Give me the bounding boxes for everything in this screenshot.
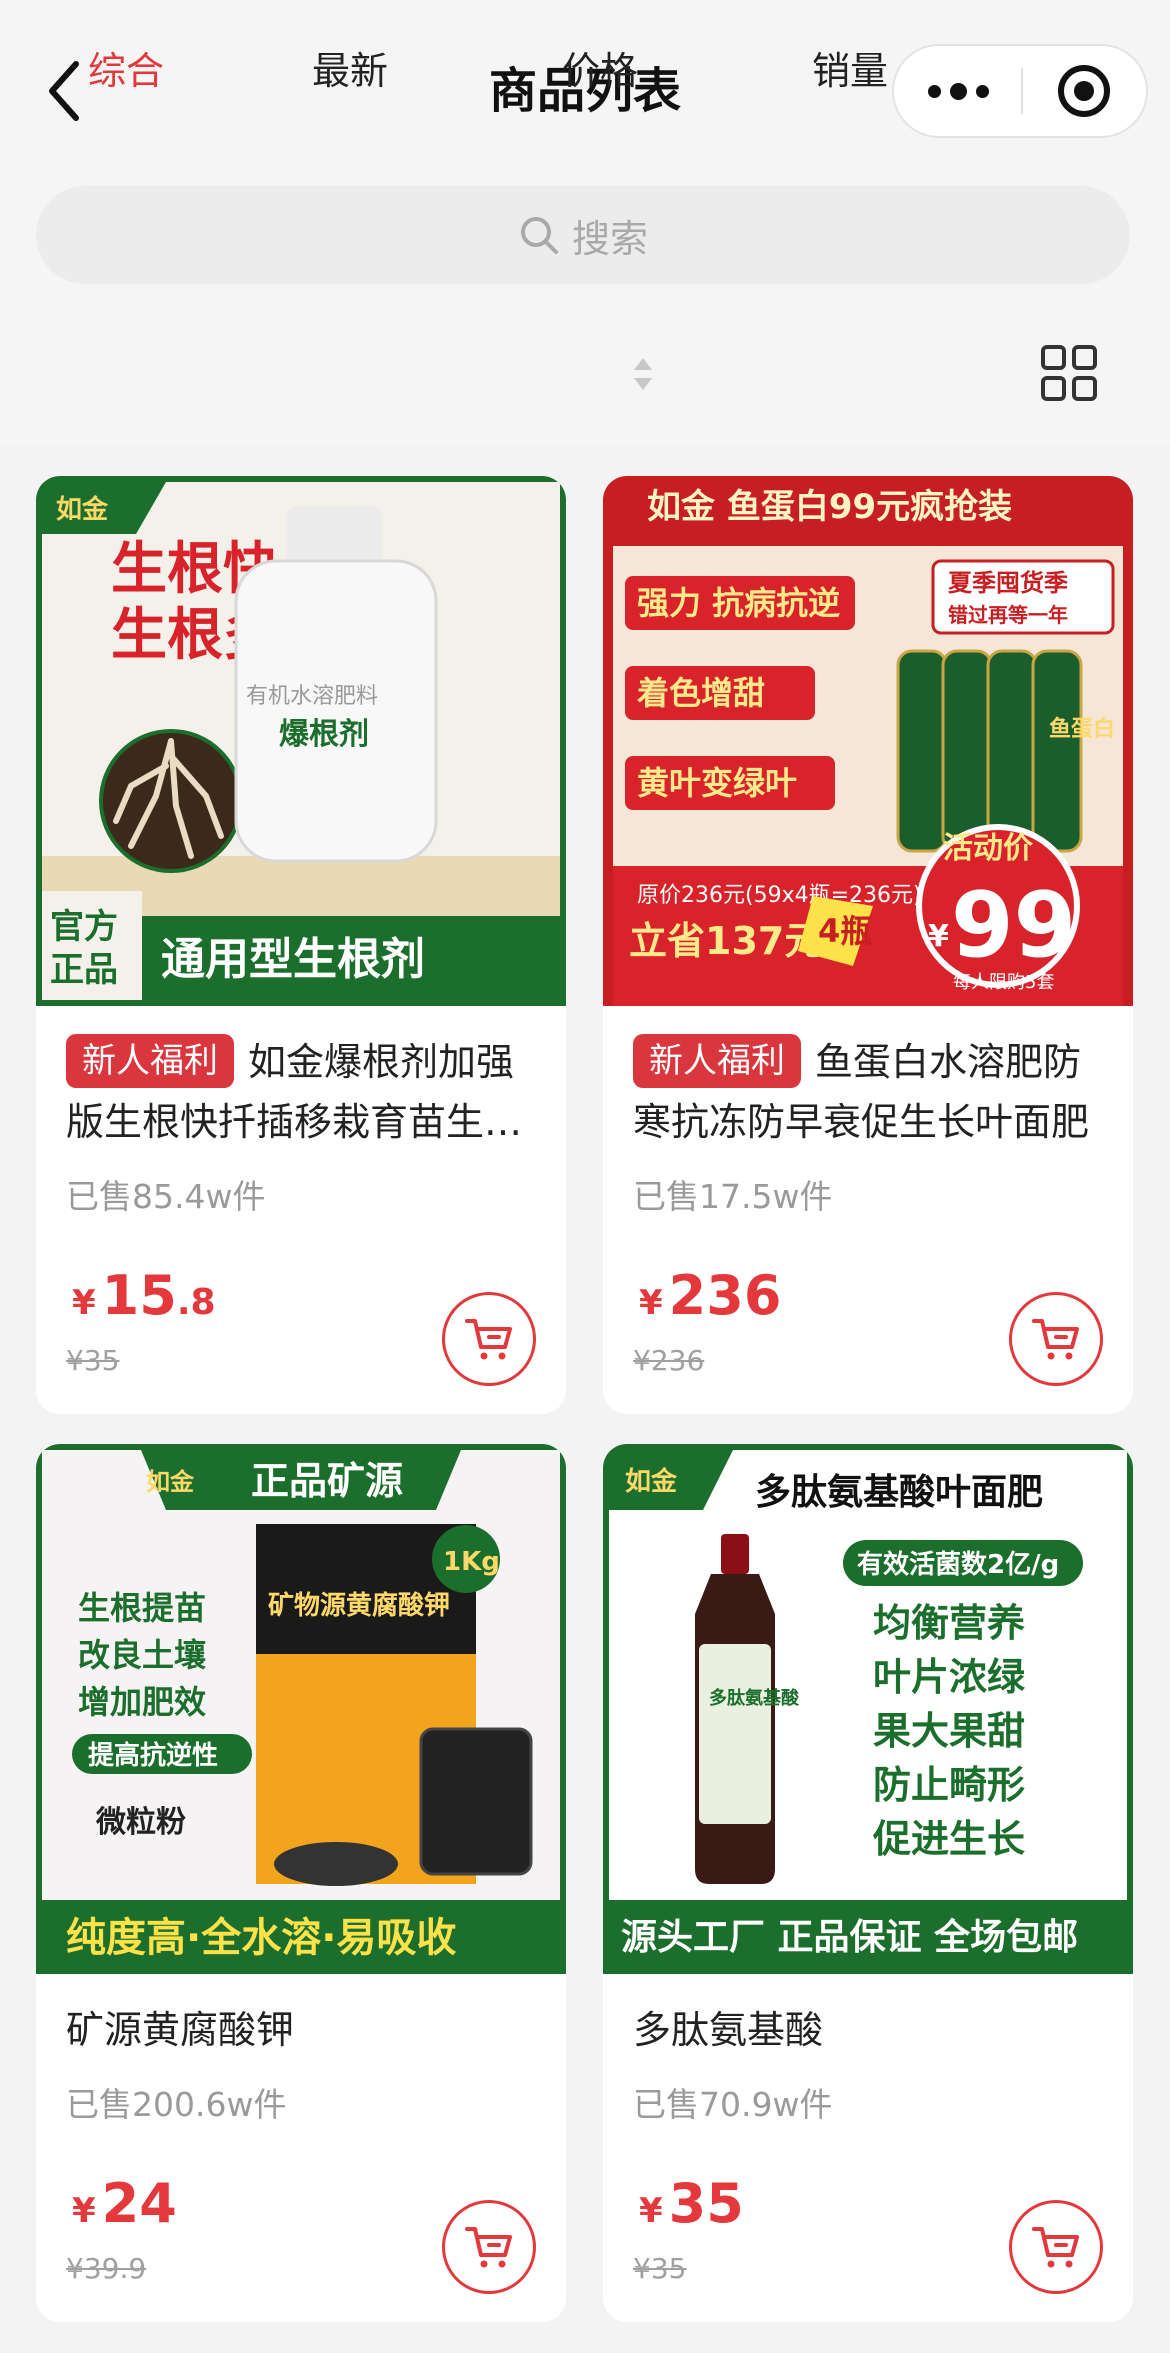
product-title[interactable]: 多肽氨基酸 bbox=[633, 2000, 1107, 2060]
add-to-cart-button[interactable] bbox=[1009, 1292, 1103, 1386]
cart-icon bbox=[1032, 1319, 1079, 1360]
bottle-label-text: 爆根剂 bbox=[279, 717, 369, 752]
tab-newest[interactable]: 最新 bbox=[290, 36, 410, 106]
tab-comprehensive[interactable]: 综合 bbox=[66, 36, 186, 106]
price: ¥15.8 bbox=[72, 1264, 216, 1327]
feature-text: 果大果甜 bbox=[873, 1709, 1025, 1753]
product-card[interactable]: 如金 鱼蛋白99元疯抢装 强力 抗病抗逆 着色增甜 黄叶变绿叶 夏季囤货季 错过… bbox=[603, 476, 1133, 1414]
feature-tag-text: 着色增甜 bbox=[636, 674, 765, 712]
currency-symbol: ¥ bbox=[639, 1283, 663, 1323]
product-card[interactable]: 如金 生根快 生根多 有机水溶肥料 爆根剂 官方 正品 通用型生根剂 新人福利如… bbox=[36, 476, 566, 1414]
feature-text: 叶片浓绿 bbox=[873, 1655, 1026, 1699]
newbie-badge: 新人福利 bbox=[66, 1034, 234, 1088]
promo-price-text: 99 bbox=[951, 873, 1076, 978]
season-text: 夏季囤货季 bbox=[948, 569, 1068, 597]
original-price-note: 原价236元(59x4瓶=236元) bbox=[637, 883, 922, 908]
more-dots-icon[interactable] bbox=[894, 46, 1022, 136]
top-banner-text: 正品矿源 bbox=[251, 1459, 403, 1503]
promo-currency-text: ¥ bbox=[928, 919, 949, 954]
target-close-icon bbox=[1058, 65, 1110, 117]
price-integer: 15 bbox=[101, 1264, 177, 1327]
corner-label-text: 正品 bbox=[50, 950, 118, 990]
bottle-label-text: 鱼蛋白 bbox=[1049, 716, 1115, 742]
product-title[interactable]: 新人福利 鱼蛋白水溶肥防寒抗冻防早衰促生长叶面肥 bbox=[633, 1032, 1107, 1152]
sold-count: 已售200.6w件 bbox=[66, 2085, 287, 2124]
price: ¥35 bbox=[639, 2172, 744, 2235]
sort-bar bbox=[0, 310, 1170, 446]
mini-program-capsule bbox=[892, 44, 1148, 138]
feature-text: 防止畸形 bbox=[873, 1763, 1025, 1807]
product-image[interactable]: 如金 鱼蛋白99元疯抢装 强力 抗病抗逆 着色增甜 黄叶变绿叶 夏季囤货季 错过… bbox=[603, 476, 1133, 1006]
cart-icon bbox=[465, 1319, 512, 1360]
feature-tag-text: 黄叶变绿叶 bbox=[637, 764, 797, 802]
purchase-limit-text: 每人限购5套 bbox=[953, 972, 1054, 993]
bottle-label-text: 有机水溶肥料 bbox=[246, 684, 378, 709]
brand-logo-text: 如金 bbox=[56, 494, 109, 525]
product-card[interactable]: 如金 多肽氨基酸叶面肥 有效活菌数2亿/g 均衡营养 叶片浓绿 果大果甜 防止畸… bbox=[603, 1444, 1133, 2322]
product-title[interactable]: 新人福利如金爆根剂加强版生根快扦插移栽育苗生根壮苗 bbox=[66, 1032, 540, 1152]
currency-symbol: ¥ bbox=[72, 2191, 96, 2231]
original-price: ¥39.9 bbox=[66, 2252, 147, 2285]
price-integer: 236 bbox=[668, 1264, 782, 1327]
newbie-badge: 新人福利 bbox=[633, 1034, 801, 1088]
image-banner-text: 源头工厂 正品保证 全场包邮 bbox=[621, 1916, 1078, 1958]
feature-text: 促进生长 bbox=[872, 1817, 1025, 1861]
cart-icon bbox=[465, 2227, 512, 2268]
bottle-label-text: 多肽氨基酸 bbox=[709, 1687, 800, 1709]
search-placeholder: 搜索 bbox=[571, 216, 648, 261]
feature-text: 生根提苗 bbox=[78, 1589, 206, 1627]
brand-logo-text: 如金 bbox=[146, 1468, 195, 1496]
promo-label-text: 活动价 bbox=[943, 831, 1033, 866]
product-image[interactable]: 如金 多肽氨基酸叶面肥 有效活菌数2亿/g 均衡营养 叶片浓绿 果大果甜 防止畸… bbox=[603, 1444, 1133, 1974]
add-to-cart-button[interactable] bbox=[442, 2200, 536, 2294]
feature-text: 均衡营养 bbox=[873, 1601, 1025, 1645]
original-price: ¥236 bbox=[633, 1344, 705, 1377]
sold-count: 已售17.5w件 bbox=[633, 1177, 833, 1216]
add-to-cart-button[interactable] bbox=[1009, 2200, 1103, 2294]
tab-sales[interactable]: 销量 bbox=[790, 36, 910, 106]
weight-text: 1Kg bbox=[443, 1547, 500, 1577]
price: ¥24 bbox=[72, 2172, 177, 2235]
feature-pill-text: 提高抗逆性 bbox=[88, 1740, 218, 1771]
price: ¥236 bbox=[639, 1264, 781, 1327]
image-banner-text: 通用型生根剂 bbox=[161, 934, 425, 985]
save-note-text: 立省137元 bbox=[629, 919, 822, 963]
product-image[interactable]: 如金 正品矿源 生根提苗 改良土壤 增加肥效 提高抗逆性 微粒粉 矿物源黄腐酸钾… bbox=[36, 1444, 566, 1974]
currency-symbol: ¥ bbox=[639, 2191, 663, 2231]
top-title-text: 多肽氨基酸叶面肥 bbox=[755, 1472, 1043, 1513]
product-title[interactable]: 矿源黄腐酸钾 bbox=[66, 2000, 540, 2060]
brand-logo-text: 如金 bbox=[625, 1466, 678, 1497]
search-bar[interactable]: 搜索 bbox=[36, 186, 1130, 284]
price-decimal: .8 bbox=[176, 1282, 216, 1323]
close-button[interactable] bbox=[1022, 46, 1146, 136]
top-banner-text: 如金 鱼蛋白99元疯抢装 bbox=[647, 487, 1012, 527]
product-card[interactable]: 如金 正品矿源 生根提苗 改良土壤 增加肥效 提高抗逆性 微粒粉 矿物源黄腐酸钾… bbox=[36, 1444, 566, 2322]
image-banner-text: 纯度高·全水溶·易吸收 bbox=[66, 1915, 456, 1961]
grid-view-icon[interactable] bbox=[1040, 344, 1098, 402]
season-text: 错过再等一年 bbox=[948, 603, 1068, 627]
product-image[interactable]: 如金 生根快 生根多 有机水溶肥料 爆根剂 官方 正品 通用型生根剂 bbox=[36, 476, 566, 1006]
form-text: 微粒粉 bbox=[95, 1805, 186, 1840]
cart-icon bbox=[1032, 2227, 1079, 2268]
feature-text: 增加肥效 bbox=[78, 1683, 206, 1721]
price-integer: 35 bbox=[668, 2172, 744, 2235]
sold-count: 已售85.4w件 bbox=[66, 1177, 266, 1216]
original-price: ¥35 bbox=[66, 1344, 120, 1377]
search-icon bbox=[520, 217, 558, 254]
currency-symbol: ¥ bbox=[72, 1283, 96, 1323]
sort-arrows-icon bbox=[634, 358, 652, 390]
tab-price[interactable]: 价格 bbox=[530, 36, 670, 106]
feature-tag-text: 强力 抗病抗逆 bbox=[637, 584, 840, 622]
feature-text: 改良土壤 bbox=[78, 1636, 206, 1674]
feature-pill-text: 有效活菌数2亿/g bbox=[857, 1549, 1059, 1580]
bag-title-text: 矿物源黄腐酸钾 bbox=[268, 1590, 450, 1621]
price-integer: 24 bbox=[101, 2172, 177, 2235]
quantity-text: 4瓶 bbox=[818, 912, 872, 950]
add-to-cart-button[interactable] bbox=[442, 1292, 536, 1386]
original-price: ¥35 bbox=[633, 2252, 687, 2285]
sold-count: 已售70.9w件 bbox=[633, 2085, 833, 2124]
corner-label-text: 官方 bbox=[50, 907, 118, 947]
